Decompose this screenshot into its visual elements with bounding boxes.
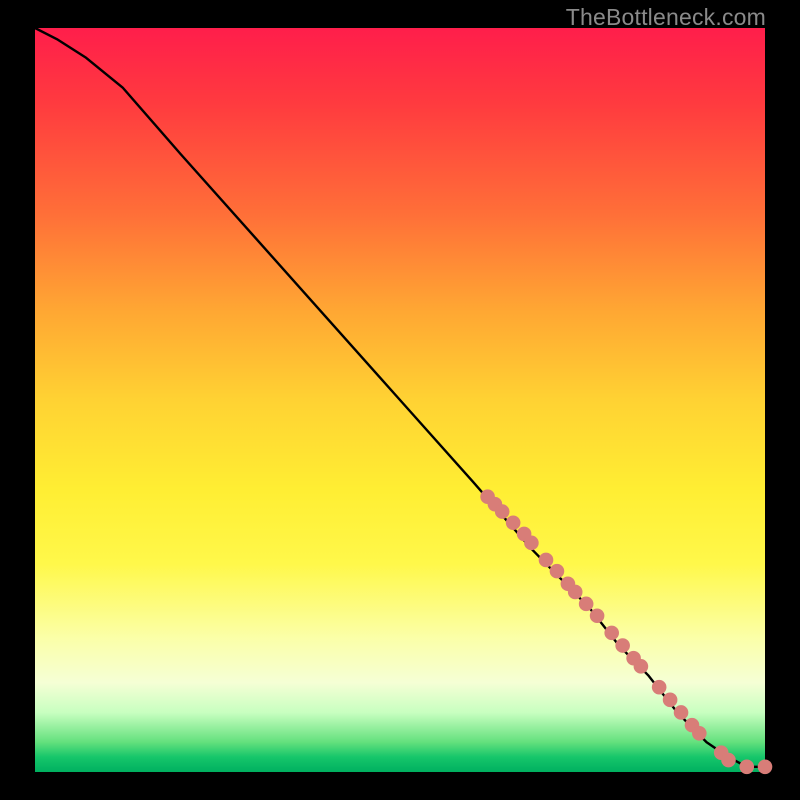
data-point — [506, 515, 521, 530]
data-point — [674, 705, 689, 720]
chart-frame: TheBottleneck.com — [0, 0, 800, 800]
data-point — [615, 638, 630, 653]
bottleneck-curve — [35, 28, 765, 767]
data-point — [758, 759, 773, 774]
chart-svg — [35, 28, 765, 772]
data-point — [739, 759, 754, 774]
data-point — [495, 504, 510, 519]
data-point — [634, 659, 649, 674]
data-point — [663, 693, 678, 708]
data-point — [568, 585, 583, 600]
data-point — [550, 564, 565, 579]
data-point — [590, 608, 605, 623]
data-point — [539, 553, 554, 568]
data-point — [692, 726, 707, 741]
data-points-group — [480, 489, 772, 774]
data-point — [652, 680, 667, 695]
plot-area — [35, 28, 765, 772]
watermark-text: TheBottleneck.com — [566, 4, 766, 31]
data-point — [604, 626, 619, 641]
data-point — [579, 597, 594, 612]
data-point — [721, 753, 736, 768]
data-point — [524, 536, 539, 551]
